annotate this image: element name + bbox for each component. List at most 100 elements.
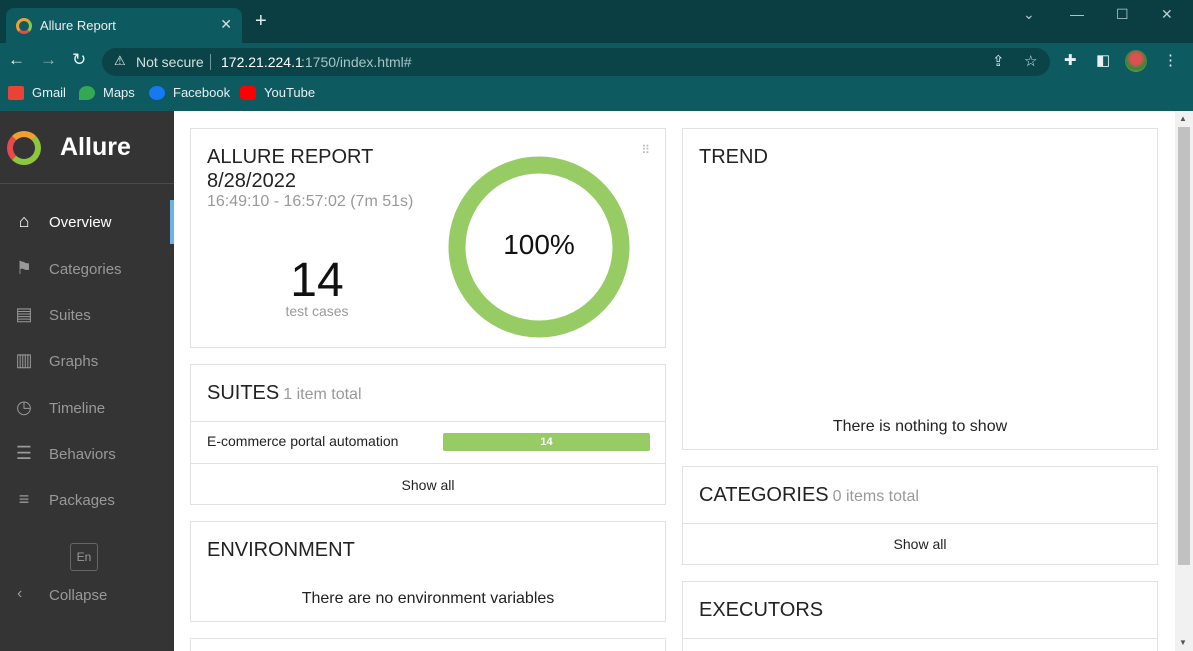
report-date: 8/28/2022	[207, 170, 296, 192]
executors-divider	[683, 638, 1157, 639]
scroll-up-icon[interactable]: ▲	[1179, 114, 1187, 123]
executors-title: EXECUTORS	[699, 599, 824, 621]
test-case-count: 14	[290, 254, 344, 307]
bookmark-label: Facebook	[173, 85, 231, 100]
suites-divider	[191, 463, 665, 464]
side-panel-icon[interactable]: ◧	[1096, 51, 1110, 69]
list-icon: ☰	[15, 443, 33, 463]
bookmark-maps[interactable]: Maps	[79, 85, 135, 100]
new-tab-button[interactable]: +	[255, 11, 267, 31]
briefcase-icon: ▤	[15, 304, 33, 324]
sidebar-item-label: Overview	[49, 214, 112, 231]
omnibox-divider	[210, 54, 211, 70]
sidebar-item-label: Suites	[49, 307, 91, 324]
brand-name[interactable]: Allure	[60, 133, 131, 162]
security-label[interactable]: Not secure	[136, 54, 204, 70]
clock-icon: ◷	[16, 397, 32, 417]
suites-title: SUITES 1 item total	[207, 382, 362, 405]
sidebar-item-categories[interactable]: ⚑ Categories	[0, 247, 174, 291]
report-title: ALLURE REPORT 8/28/2022	[207, 145, 373, 193]
sidebar-divider	[0, 183, 174, 184]
summary-widget: ALLURE REPORT 8/28/2022 16:49:10 - 16:57…	[190, 128, 666, 348]
back-icon[interactable]: ←	[8, 50, 25, 70]
sidebar-item-timeline[interactable]: ◷ Timeline	[0, 386, 174, 430]
youtube-icon	[240, 85, 256, 100]
share-icon[interactable]: ⇪	[992, 52, 1005, 70]
test-case-label: test cases	[285, 303, 349, 319]
extensions-icon[interactable]: ✚	[1064, 51, 1077, 69]
address-bar[interactable]: ⚠ Not secure 172.21.224.1 :1750/index.ht…	[102, 48, 1050, 76]
suites-divider	[191, 421, 665, 422]
drag-handle-icon[interactable]: ⠿	[641, 143, 650, 157]
bookmark-youtube[interactable]: YouTube	[240, 85, 315, 100]
suites-widget: SUITES 1 item total E-commerce portal aut…	[190, 364, 666, 505]
sidebar-item-packages[interactable]: ≡ Packages	[0, 478, 174, 522]
categories-title-text: CATEGORIES	[699, 484, 829, 506]
bookmark-label: YouTube	[264, 85, 316, 100]
scrollbar-thumb[interactable]	[1178, 127, 1190, 565]
language-button[interactable]: En	[70, 543, 98, 571]
bookmark-star-icon[interactable]: ☆	[1024, 52, 1037, 70]
bookmarks-bar: Gmail Maps Facebook YouTube	[0, 79, 1193, 111]
trend-title: TREND	[699, 146, 768, 168]
sidebar-item-label: Categories	[49, 261, 122, 278]
trend-empty-text: There is nothing to show	[832, 418, 1008, 435]
facebook-icon	[149, 85, 165, 100]
maximize-button[interactable]: ☐	[1116, 6, 1129, 23]
environment-widget: ENVIRONMENT There are no environment var…	[190, 521, 666, 622]
sidebar-item-graphs[interactable]: ▥ Graphs	[0, 339, 174, 383]
categories-title: CATEGORIES 0 items total	[699, 484, 919, 507]
url-path[interactable]: :1750/index.html#	[301, 54, 412, 70]
bookmark-facebook[interactable]: Facebook	[149, 85, 230, 100]
tab-title: Allure Report	[40, 18, 116, 33]
profile-avatar[interactable]	[1125, 50, 1147, 72]
tab-search-icon[interactable]: ⌄	[1023, 6, 1035, 23]
categories-show-all-link[interactable]: Show all	[683, 536, 1157, 552]
reload-icon[interactable]: ↻	[72, 50, 86, 70]
bookmark-label: Maps	[103, 85, 135, 100]
warning-icon[interactable]: ⚠	[114, 53, 126, 69]
close-window-button[interactable]: ✕	[1161, 6, 1173, 23]
scroll-down-icon[interactable]: ▼	[1179, 638, 1187, 647]
pass-rate-label: 100%	[503, 229, 575, 260]
environment-empty-text: There are no environment variables	[301, 590, 555, 607]
bar-chart-icon: ▥	[15, 350, 33, 370]
report-content: ALLURE REPORT 8/28/2022 16:49:10 - 16:57…	[174, 111, 1175, 651]
sidebar-item-label: Graphs	[49, 353, 99, 370]
close-tab-icon[interactable]: ✕	[220, 16, 232, 33]
home-icon: ⌂	[18, 211, 30, 231]
forward-icon[interactable]: →	[40, 50, 57, 70]
sidebar-item-overview[interactable]: ⌂ Overview	[0, 200, 174, 244]
allure-favicon-icon	[16, 18, 32, 34]
gmail-icon	[8, 85, 24, 100]
allure-sidebar: Allure ⌂ Overview ⚑ Categories ▤ Suites …	[0, 111, 174, 651]
categories-divider	[683, 523, 1157, 524]
menu-icon[interactable]: ⋮	[1163, 51, 1178, 69]
report-title-line1: ALLURE REPORT	[207, 146, 374, 168]
suites-title-text: SUITES	[207, 382, 280, 404]
categories-count: 0 items total	[832, 488, 919, 505]
align-left-icon: ≡	[18, 489, 30, 509]
sidebar-item-suites[interactable]: ▤ Suites	[0, 293, 174, 337]
sidebar-item-behaviors[interactable]: ☰ Behaviors	[0, 432, 174, 476]
executors-widget: EXECUTORS	[682, 581, 1158, 651]
browser-titlebar: Allure Report ✕ + ⌄ — ☐ ✕	[0, 0, 1193, 43]
suite-passed-count: 14	[540, 436, 553, 448]
allure-logo-icon[interactable]	[7, 131, 41, 165]
suite-name[interactable]: E-commerce portal automation	[207, 433, 398, 449]
collapse-button[interactable]: ‹ Collapse	[0, 581, 174, 611]
minimize-button[interactable]: —	[1070, 6, 1084, 22]
maps-icon	[79, 85, 95, 100]
sidebar-item-label: Behaviors	[49, 446, 116, 463]
browser-tab[interactable]: Allure Report ✕	[6, 8, 242, 43]
suites-show-all-link[interactable]: Show all	[191, 477, 665, 493]
trend-widget: TREND There is nothing to show	[682, 128, 1158, 450]
page-scrollbar[interactable]: ▲ ▼	[1175, 111, 1193, 651]
bookmark-gmail[interactable]: Gmail	[8, 85, 66, 100]
report-time-range: 16:49:10 - 16:57:02 (7m 51s)	[207, 193, 414, 210]
sidebar-item-label: Timeline	[49, 400, 106, 417]
url-host[interactable]: 172.21.224.1	[221, 54, 303, 70]
flag-icon: ⚑	[15, 258, 33, 278]
suite-status-bar[interactable]: 14	[443, 433, 650, 451]
bookmark-label: Gmail	[32, 85, 66, 100]
